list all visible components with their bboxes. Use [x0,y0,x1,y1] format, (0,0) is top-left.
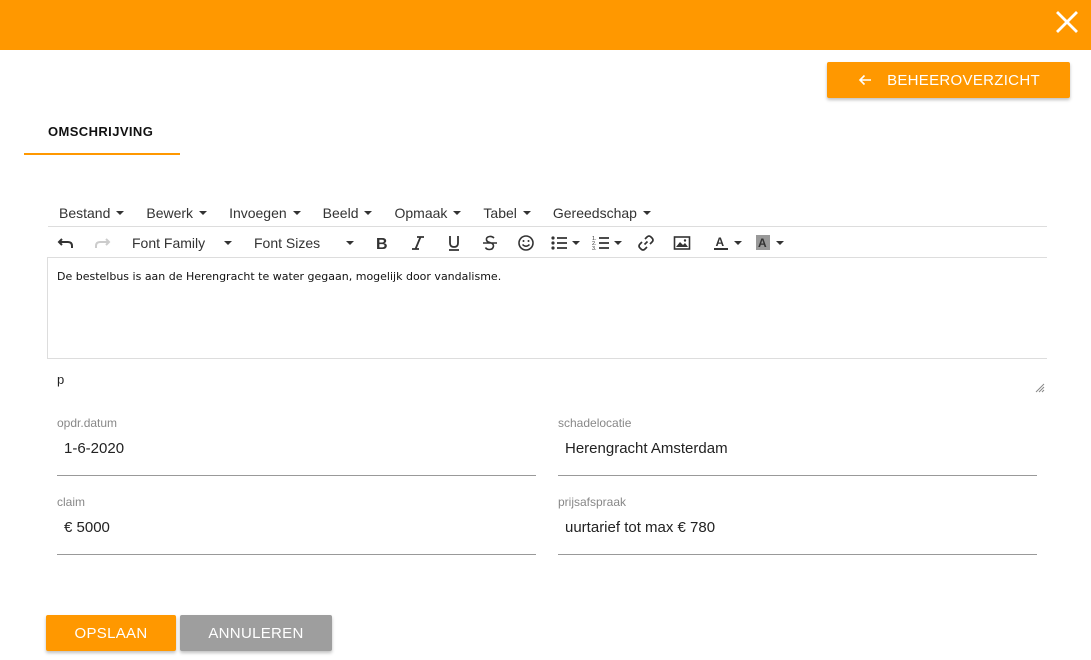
editor-toolbar: Font Family Font Sizes B 1. 2. 3. A A [48,228,1047,257]
opdr-datum-input[interactable] [64,440,524,457]
prijsafspraak-label: prijsafspraak [558,495,627,509]
link-icon [638,234,654,251]
svg-text:A: A [758,236,767,250]
italic-button[interactable] [400,228,436,257]
svg-text:3.: 3. [592,246,597,252]
svg-text:B: B [376,236,388,252]
chevron-down-icon [572,240,580,245]
menu-invoegen[interactable]: Invoegen [218,200,312,226]
chevron-down-icon [776,240,784,245]
text-color-button[interactable]: A [706,228,748,257]
opdr-datum-field[interactable]: opdr.datum [57,416,536,476]
save-button-label: OPSLAAN [74,624,148,642]
menu-opmaak[interactable]: Opmaak [383,200,472,226]
svg-text:A: A [716,235,725,249]
claim-input[interactable] [64,519,524,536]
chevron-down-icon [522,211,531,215]
background-color-icon: A [756,234,770,250]
tab-omschrijving[interactable]: OMSCHRIJVING [24,108,180,155]
prijsafspraak-input[interactable] [565,519,1025,536]
cancel-button-label: ANNULEREN [208,624,304,642]
chevron-down-icon [642,211,651,215]
opdr-datum-label: opdr.datum [57,416,118,430]
font-family-select[interactable]: Font Family [120,228,242,257]
menu-gereedschap[interactable]: Gereedschap [542,200,662,226]
underline-button[interactable] [436,228,472,257]
redo-button[interactable] [84,228,120,257]
cancel-button[interactable]: ANNULEREN [180,615,332,651]
element-path: p [57,372,65,387]
rich-text-editor[interactable]: De bestelbus is aan de Herengracht te wa… [47,257,1047,359]
arrow-left-icon [858,74,872,86]
header-bar [0,0,1091,50]
text-color-icon: A [714,235,728,250]
back-to-overview-button[interactable]: BEHEEROVERZICHT [827,62,1070,98]
menu-tabel[interactable]: Tabel [472,200,541,226]
menu-bewerk[interactable]: Bewerk [135,200,218,226]
chevron-down-icon [224,240,232,245]
chevron-down-icon [364,211,373,215]
prijsafspraak-field[interactable]: prijsafspraak [558,495,1037,555]
editor-content[interactable]: De bestelbus is aan de Herengracht te wa… [57,270,501,283]
chevron-down-icon [116,211,125,215]
close-button[interactable] [1055,10,1079,34]
schadelocatie-input[interactable] [565,440,1025,457]
editor-statusbar: p [47,359,1047,395]
schadelocatie-field[interactable]: schadelocatie [558,416,1037,476]
font-sizes-select[interactable]: Font Sizes [242,228,364,257]
redo-icon [95,237,111,248]
numbered-list-button[interactable]: 1. 2. 3. [586,228,628,257]
italic-icon [412,235,424,250]
tab-label: OMSCHRIJVING [48,124,154,139]
smiley-icon [518,234,534,251]
chevron-down-icon [614,240,622,245]
save-button[interactable]: OPSLAAN [46,615,176,651]
menu-bestand[interactable]: Bestand [48,200,135,226]
font-sizes-label: Font Sizes [254,234,321,251]
claim-field[interactable]: claim [57,495,536,555]
chevron-down-icon [453,211,462,215]
bold-icon: B [376,236,388,252]
menu-beeld[interactable]: Beeld [312,200,384,226]
back-button-label: BEHEEROVERZICHT [887,71,1040,89]
chevron-down-icon [292,211,301,215]
bullet-list-button[interactable] [544,228,586,257]
chevron-down-icon [734,240,742,245]
strikethrough-button[interactable] [472,228,508,257]
undo-button[interactable] [48,228,84,257]
numbered-list-icon: 1.2.3. [592,236,609,252]
bullet-list-icon [551,235,567,250]
chevron-down-icon [346,240,354,245]
undo-icon [57,237,73,248]
image-icon [673,235,691,250]
insert-link-button[interactable] [628,228,664,257]
insert-image-button[interactable] [664,228,700,257]
bold-button[interactable]: B [364,228,400,257]
close-icon [1056,11,1078,33]
underline-icon [449,235,459,251]
strikethrough-icon [483,235,497,250]
claim-label: claim [57,495,86,509]
emoticons-button[interactable] [508,228,544,257]
background-color-button[interactable]: A [748,228,790,257]
resize-handle-icon[interactable] [1033,381,1045,393]
schadelocatie-label: schadelocatie [558,416,632,430]
chevron-down-icon [199,211,208,215]
font-family-label: Font Family [132,234,206,251]
editor-menubar: Bestand Bewerk Invoegen Beeld Opmaak Tab… [48,200,1047,227]
